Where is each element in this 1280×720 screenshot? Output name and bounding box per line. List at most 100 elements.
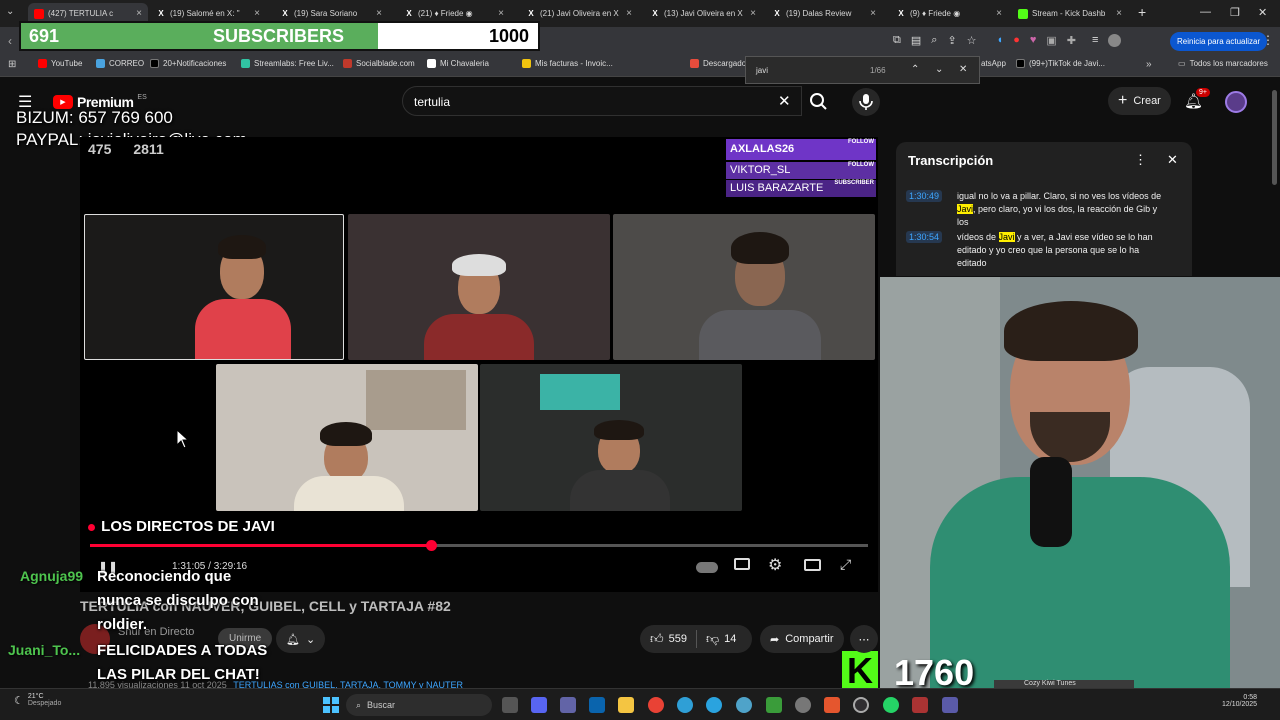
settings-app-icon[interactable] <box>795 697 811 713</box>
obs-icon[interactable] <box>853 697 869 713</box>
chrome-icon[interactable] <box>648 697 664 713</box>
tab-close-icon[interactable]: × <box>254 8 260 19</box>
bookmark-item[interactable]: Streamlabs: Free Liv... <box>241 59 334 68</box>
extension-icon-3[interactable]: ♥ <box>1030 34 1037 47</box>
subscribe-bell-button[interactable]: 🔔︎ ⌄ <box>276 625 326 653</box>
tab-close-icon[interactable]: × <box>1116 8 1122 19</box>
outlook-icon[interactable] <box>589 697 605 713</box>
camera-guest-3 <box>613 214 875 360</box>
app-icon-3[interactable] <box>942 697 958 713</box>
share-button[interactable]: ➦ Compartir <box>760 625 844 653</box>
bookmark-item[interactable]: Descargado <box>690 59 746 68</box>
browser-menu-icon[interactable]: ⋮ <box>1262 33 1274 47</box>
bookmark-item[interactable]: (99+)TikTok de Javi... <box>1016 59 1105 68</box>
zoom-icon[interactable]: ⌕ <box>931 34 937 47</box>
app-icon-2[interactable] <box>912 697 928 713</box>
app-icon[interactable] <box>824 697 840 713</box>
bookmark-item[interactable]: YouTube <box>38 59 82 68</box>
taskbar-search[interactable]: ⌕ Buscar <box>346 694 492 716</box>
theater-mode-icon[interactable] <box>804 559 821 571</box>
settings-icon[interactable]: ⚙ <box>768 555 782 575</box>
discord-icon[interactable] <box>531 697 547 713</box>
find-close-icon[interactable]: ✕ <box>959 64 967 75</box>
dislike-count: 14 <box>724 633 737 645</box>
bookmark-star-icon[interactable]: ☆ <box>967 34 977 47</box>
find-next-icon[interactable]: ⌄ <box>935 64 943 75</box>
find-input[interactable]: javi <box>756 66 768 75</box>
browser-tab[interactable]: X (19) Dalas Review × <box>766 3 882 24</box>
find-prev-icon[interactable]: ⌃ <box>911 64 919 75</box>
restore-button[interactable]: ❐ <box>1230 6 1240 19</box>
follow-alert-row: LUIS BARAZARTE SUBSCRIBER <box>726 180 876 197</box>
menu-list-icon[interactable]: ≡ <box>1092 34 1098 47</box>
progress-scrubber[interactable] <box>425 540 437 551</box>
tab-close-icon[interactable]: × <box>870 8 876 19</box>
browser-tab[interactable]: X (13) Javi Oliveira en X × <box>644 3 762 24</box>
apps-icon[interactable]: ⊞ <box>8 59 16 70</box>
puzzle-icon[interactable]: ✚ <box>1067 34 1076 47</box>
clear-search-icon[interactable]: ✕ <box>778 92 791 110</box>
close-window-button[interactable]: ✕ <box>1258 6 1267 19</box>
extension-icon[interactable]: ◖ <box>997 34 1004 47</box>
browser-tab[interactable]: Stream - Kick Dashb × <box>1012 3 1128 24</box>
browser-tab[interactable]: X (9) ♦ Friede ◉ × <box>890 3 1008 24</box>
dislike-button[interactable]: 👎︎ 14 <box>706 631 736 647</box>
share-page-icon[interactable]: ⇪ <box>947 34 956 47</box>
create-button[interactable]: + Crear <box>1108 87 1171 115</box>
telegram-icon[interactable] <box>706 697 722 713</box>
follow-alert-tag: FOLLOW <box>848 139 874 145</box>
transcript-more-icon[interactable]: ⋮ <box>1134 152 1147 168</box>
bookmark-item[interactable]: 20+Notificaciones <box>150 59 226 68</box>
subtitles-icon[interactable] <box>734 558 750 570</box>
search-input[interactable]: tertulia <box>414 95 450 109</box>
camtasia-icon[interactable] <box>766 697 782 713</box>
search-button[interactable] <box>802 86 834 116</box>
whatsapp-icon[interactable] <box>883 697 899 713</box>
bookmark-item[interactable]: CORREO <box>96 59 144 68</box>
all-bookmarks-button[interactable]: ▭ Todos los marcadores <box>1178 59 1268 68</box>
camera-guest-1 <box>84 214 344 360</box>
extension-icon-4[interactable]: ▣ <box>1046 34 1056 47</box>
notifications-button[interactable]: 🔔︎ 9+ <box>1184 88 1210 111</box>
task-view-icon[interactable] <box>502 697 518 713</box>
tab-title: Stream - Kick Dashb <box>1032 9 1106 18</box>
back-icon[interactable]: ‹ <box>8 34 12 48</box>
tab-close-icon[interactable]: × <box>136 8 142 19</box>
region-code: ES <box>137 93 147 101</box>
extension-icon-2[interactable]: ● <box>1013 34 1020 47</box>
tab-close-icon[interactable]: × <box>376 8 382 19</box>
teams-icon[interactable] <box>560 697 576 713</box>
windows-start-icon[interactable] <box>323 697 339 713</box>
update-button[interactable]: Reinicia para actualizar <box>1170 32 1268 51</box>
tab-close-icon[interactable]: × <box>498 8 504 19</box>
video-progress-bar[interactable] <box>90 540 868 551</box>
cast-icon[interactable]: ⧉ <box>893 34 901 47</box>
profile-avatar[interactable] <box>1108 34 1122 47</box>
more-actions-button[interactable]: ⋯ <box>850 625 878 653</box>
voice-search-button[interactable] <box>852 88 880 116</box>
scrollbar[interactable] <box>1272 90 1277 185</box>
tab-close-icon[interactable]: × <box>750 8 756 19</box>
system-clock[interactable]: 0:58 12/10/2025 <box>1222 694 1257 708</box>
tab-favicon-icon <box>34 8 44 19</box>
new-tab-button[interactable]: + <box>1138 4 1146 20</box>
autoplay-toggle[interactable] <box>696 562 718 573</box>
bookmark-item[interactable]: Mis facturas - Invoic... <box>522 59 613 68</box>
more-bookmarks-icon[interactable]: » <box>1146 59 1152 70</box>
transcript-scrollbar[interactable] <box>1181 184 1186 274</box>
like-button[interactable]: 👍︎ 559 <box>650 631 687 647</box>
tab-close-icon[interactable]: × <box>626 8 632 19</box>
account-avatar[interactable] <box>1225 91 1247 113</box>
minimize-button[interactable]: — <box>1200 6 1211 18</box>
browser-app-icon[interactable] <box>736 697 752 713</box>
transcript-close-icon[interactable]: ✕ <box>1167 152 1178 168</box>
edge-icon[interactable] <box>677 697 693 713</box>
bookmark-item[interactable]: Socialblade.com <box>343 59 415 68</box>
fullscreen-icon[interactable]: ⤢ <box>840 556 851 573</box>
tab-close-icon[interactable]: × <box>996 8 1002 19</box>
file-explorer-icon[interactable] <box>618 697 634 713</box>
bookmark-item[interactable]: Mi Chavaleria <box>427 59 489 68</box>
tab-list-button[interactable]: ⌄ <box>6 6 14 17</box>
weather-widget[interactable]: ☾ 21°C Despejado <box>14 693 61 707</box>
reader-icon[interactable]: ▤ <box>911 34 921 47</box>
